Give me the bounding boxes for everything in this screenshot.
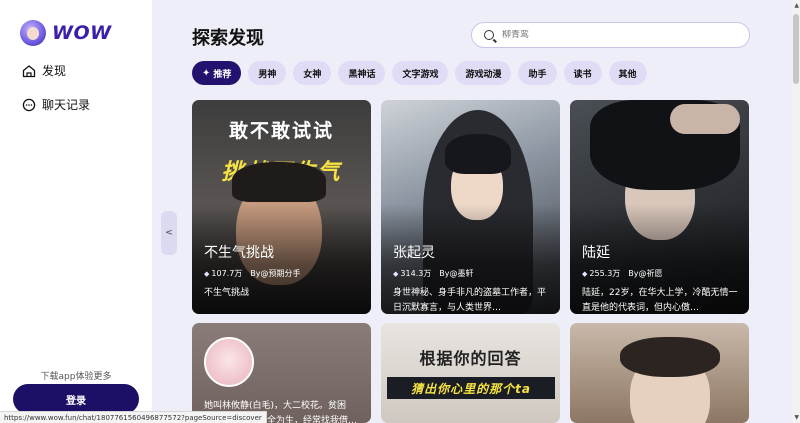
sidebar: WOW 发现 聊天记录 下载app体验更多 登录 xyxy=(0,0,152,423)
portrait-hair xyxy=(445,134,511,174)
poster-title: 敢不敢试试 xyxy=(228,120,334,142)
character-card[interactable]: 张起灵 ◆ 314.3万 By@墨轩 身世神秘、身手非凡的盗墓工作者，平日沉默寡… xyxy=(381,100,560,314)
nav-item-discover[interactable]: 发现 xyxy=(22,62,66,79)
poster-title: 根据你的回答 xyxy=(419,349,522,368)
scroll-down-arrow-icon[interactable]: ▼ xyxy=(794,414,799,421)
character-card[interactable]: 根据你的回答 猜出你心里的那个ta xyxy=(381,323,560,423)
portrait-hair xyxy=(232,162,326,202)
search-icon xyxy=(484,30,494,40)
home-icon xyxy=(22,64,36,77)
page-title: 探索发现 xyxy=(192,28,264,49)
tab-assistant[interactable]: 助手 xyxy=(518,61,557,85)
card-name: 张起灵 xyxy=(393,245,435,261)
character-card[interactable] xyxy=(570,323,749,423)
search-input[interactable] xyxy=(502,30,722,40)
sparkle-icon: ✦ xyxy=(202,67,211,79)
anime-avatar-image xyxy=(204,337,254,387)
tab-male[interactable]: 男神 xyxy=(248,61,287,85)
card-meta: ◆ 314.3万 By@墨轩 xyxy=(393,268,474,279)
chat-count: 314.3万 xyxy=(400,269,432,278)
nav-item-chat-history[interactable]: 聊天记录 xyxy=(22,96,90,113)
portrait-hand xyxy=(670,104,740,134)
nav-label-chat-history: 聊天记录 xyxy=(42,98,91,112)
card-description: 不生气挑战 xyxy=(204,288,250,298)
card-description: 身世神秘、身手非凡的盗墓工作者，平日沉默寡言，与人类世界… xyxy=(393,288,547,313)
nav-label-discover: 发现 xyxy=(42,64,67,78)
tab-female[interactable]: 女神 xyxy=(293,61,332,85)
search-box[interactable] xyxy=(471,22,750,48)
card-name: 不生气挑战 xyxy=(204,245,274,261)
status-bar-url: https://www.wow.fun/chat/180776156049687… xyxy=(0,411,267,423)
character-card[interactable]: 陆延 ◆ 255.3万 By@祈愿 陆延，22岁，在华大上学，冷酷无情一直是他的… xyxy=(570,100,749,314)
poster-subtitle: 猜出你心里的那个ta xyxy=(387,377,555,399)
chat-count: 107.7万 xyxy=(211,269,243,278)
scroll-up-arrow-icon[interactable]: ▲ xyxy=(794,2,799,9)
chat-bubble-icon xyxy=(22,98,36,111)
logo-avatar-icon xyxy=(20,20,46,46)
login-button[interactable]: 登录 xyxy=(13,384,139,414)
card-meta: ◆ 107.7万 By@预期分手 xyxy=(204,268,301,279)
tab-other[interactable]: 其他 xyxy=(608,61,647,85)
card-author: By@祈愿 xyxy=(628,269,663,278)
scrollbar-thumb[interactable] xyxy=(793,14,799,84)
download-app-tip[interactable]: 下载app体验更多 xyxy=(0,369,152,382)
card-description: 陆延，22岁，在华大上学，冷酷无情一直是他的代表词，但内心傲… xyxy=(582,288,738,313)
tab-label: 推荐 xyxy=(213,69,232,80)
card-author: By@预期分手 xyxy=(250,269,301,278)
card-name: 陆延 xyxy=(582,245,610,261)
tab-text-game[interactable]: 文字游戏 xyxy=(392,61,449,85)
logo[interactable]: WOW xyxy=(20,20,112,46)
gem-icon: ◆ xyxy=(582,269,588,278)
card-meta: ◆ 255.3万 By@祈愿 xyxy=(582,268,663,279)
chevron-left-icon: < xyxy=(165,228,173,238)
page-scrollbar[interactable]: ▲ ▼ xyxy=(792,0,800,423)
tab-reading[interactable]: 读书 xyxy=(563,61,602,85)
logo-text: WOW xyxy=(52,22,112,44)
collapse-sidebar-button[interactable]: < xyxy=(161,211,177,255)
main-content: 探索发现 ✦ 推荐 男神 女神 黑神话 文字游戏 游戏动漫 助手 读书 其他 <… xyxy=(152,0,792,423)
chat-count: 255.3万 xyxy=(589,269,621,278)
gem-icon: ◆ xyxy=(393,269,399,278)
tab-recommend[interactable]: ✦ 推荐 xyxy=(192,61,242,85)
tab-black-myth[interactable]: 黑神话 xyxy=(338,61,386,85)
portrait-hair xyxy=(620,337,720,377)
card-author: By@墨轩 xyxy=(439,269,474,278)
gem-icon: ◆ xyxy=(204,269,210,278)
character-card[interactable]: 敢不敢试试 挑战不生气 不生气挑战 ◆ 107.7万 By@预期分手 不生气挑战 xyxy=(192,100,371,314)
character-card[interactable]: 她叫林攸静(白毛)，大二校花。贫困生，生活拮据，全为生，经常找我借… xyxy=(192,323,371,423)
tab-game-anime[interactable]: 游戏动漫 xyxy=(455,61,512,85)
category-tabs: ✦ 推荐 男神 女神 黑神话 文字游戏 游戏动漫 助手 读书 其他 xyxy=(192,61,654,85)
